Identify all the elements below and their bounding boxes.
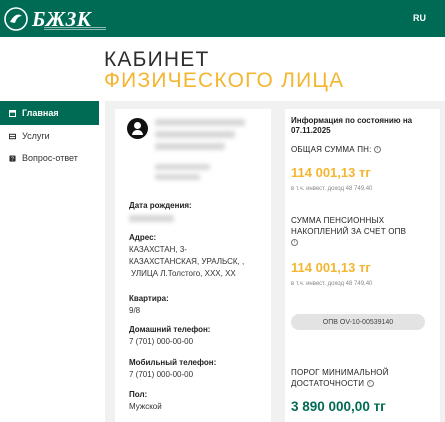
- apartment-label: Квартира:: [129, 294, 169, 303]
- mobile-phone-value: 7 (701) 000-00-00: [129, 370, 194, 379]
- address-line-2: КАЗАХСТАНСКАЯ, УРАЛЬСК, ,: [129, 257, 245, 266]
- sidebar-item-home[interactable]: Главная: [0, 101, 99, 125]
- birth-date-label: Дата рождения:: [129, 201, 192, 210]
- opv-sum-label-line1: СУММА ПЕНСИОННЫХ: [291, 216, 385, 225]
- redacted-iin: [155, 164, 210, 170]
- redacted-name: [155, 143, 225, 150]
- sidebar-item-label: Главная: [22, 108, 59, 118]
- home-phone-field: Домашний телефон: 7 (701) 000-00-00: [129, 324, 210, 348]
- opv-sum-label: СУММА ПЕНСИОННЫХ НАКОПЛЕНИЙ ЗА СЧЕТ ОПВ …: [291, 215, 406, 248]
- sidebar-item-label: Услуги: [22, 131, 50, 141]
- main-content: Дата рождения: Адрес: КАЗАХСТАН, 3- КАЗА…: [105, 101, 445, 422]
- info-heading-line1: Информация по состоянию на: [291, 116, 413, 125]
- mobile-phone-field: Мобильный телефон: 7 (701) 000-00-00: [129, 357, 216, 381]
- redacted-iin: [155, 174, 200, 180]
- gender-label: Пол:: [129, 390, 148, 399]
- logo-emblem-icon: [4, 7, 28, 31]
- home-icon: [9, 109, 16, 117]
- total-sum-note: в т.ч. инвест. доход 48 749,40: [291, 186, 373, 192]
- language-switch[interactable]: RU: [413, 13, 426, 23]
- threshold-label: ПОРОГ МИНИМАЛЬНОЙ ДОСТАТОЧНОСТИ i: [291, 367, 389, 389]
- address-line-3: УЛИЦА Л.Толстого, XXX, XX: [131, 269, 236, 278]
- redacted-birth-date: [129, 215, 174, 222]
- sidebar: Главная Услуги ? Вопрос-ответ: [0, 101, 99, 169]
- info-heading-date: 07.11.2025: [291, 126, 331, 135]
- threshold-amount: 3 890 000,00 тг: [291, 399, 386, 414]
- address-field: Адрес: КАЗАХСТАН, 3- КАЗАХСТАНСКАЯ, УРАЛ…: [129, 232, 244, 280]
- redacted-name: [155, 131, 235, 138]
- home-phone-value: 7 (701) 000-00-00: [129, 337, 194, 346]
- info-icon[interactable]: i: [291, 239, 298, 247]
- info-date-heading: Информация по состоянию на 07.11.2025: [291, 116, 431, 136]
- opv-account-button[interactable]: ОПВ OV-10-00539140: [291, 314, 425, 330]
- sidebar-item-faq[interactable]: ? Вопрос-ответ: [0, 147, 99, 169]
- avatar: [127, 118, 148, 139]
- services-icon: [9, 133, 16, 139]
- sidebar-item-services[interactable]: Услуги: [0, 125, 99, 147]
- sidebar-item-label: Вопрос-ответ: [22, 153, 78, 163]
- address-label: Адрес:: [129, 233, 157, 242]
- home-phone-label: Домашний телефон:: [129, 325, 211, 334]
- page-title-line2: ФИЗИЧЕСКОГО ЛИЦА: [104, 69, 345, 92]
- opv-sum-label-line2: НАКОПЛЕНИЙ ЗА СЧЕТ ОПВ: [291, 227, 407, 236]
- threshold-label-line1: ПОРОГ МИНИМАЛЬНОЙ: [291, 368, 389, 377]
- opv-sum-note: в т.ч. инвест. доход 48 749,40: [291, 281, 373, 287]
- profile-card: Дата рождения: Адрес: КАЗАХСТАН, 3- КАЗА…: [115, 109, 271, 422]
- top-bar: БЖЗК RU: [0, 0, 445, 37]
- logo[interactable]: БЖЗК: [4, 4, 112, 34]
- opv-sum-amount: 114 001,13 тг: [291, 260, 371, 275]
- redacted-name: [155, 119, 245, 126]
- birth-date-field: Дата рождения:: [129, 200, 192, 222]
- balance-panel: Информация по состоянию на 07.11.2025 ОБ…: [285, 109, 440, 422]
- total-sum-label-text: ОБЩАЯ СУММА ПН:: [291, 145, 372, 154]
- svg-text:?: ?: [11, 156, 14, 161]
- total-sum-amount: 114 001,13 тг: [291, 165, 371, 180]
- gender-value: Мужской: [129, 402, 162, 411]
- threshold-label-line2: ДОСТАТОЧНОСТИ: [291, 379, 365, 388]
- apartment-field: Квартира: 9/8: [129, 293, 169, 317]
- address-line-1: КАЗАХСТАН, 3-: [129, 245, 187, 254]
- help-icon: ?: [9, 154, 16, 162]
- total-sum-label: ОБЩАЯ СУММА ПН: i: [291, 144, 381, 155]
- logo-underline: [44, 27, 106, 30]
- mobile-phone-label: Мобильный телефон:: [129, 358, 217, 367]
- info-icon[interactable]: i: [373, 146, 381, 154]
- gender-field: Пол: Мужской: [129, 389, 162, 413]
- apartment-value: 9/8: [129, 306, 141, 315]
- info-icon[interactable]: i: [366, 380, 374, 388]
